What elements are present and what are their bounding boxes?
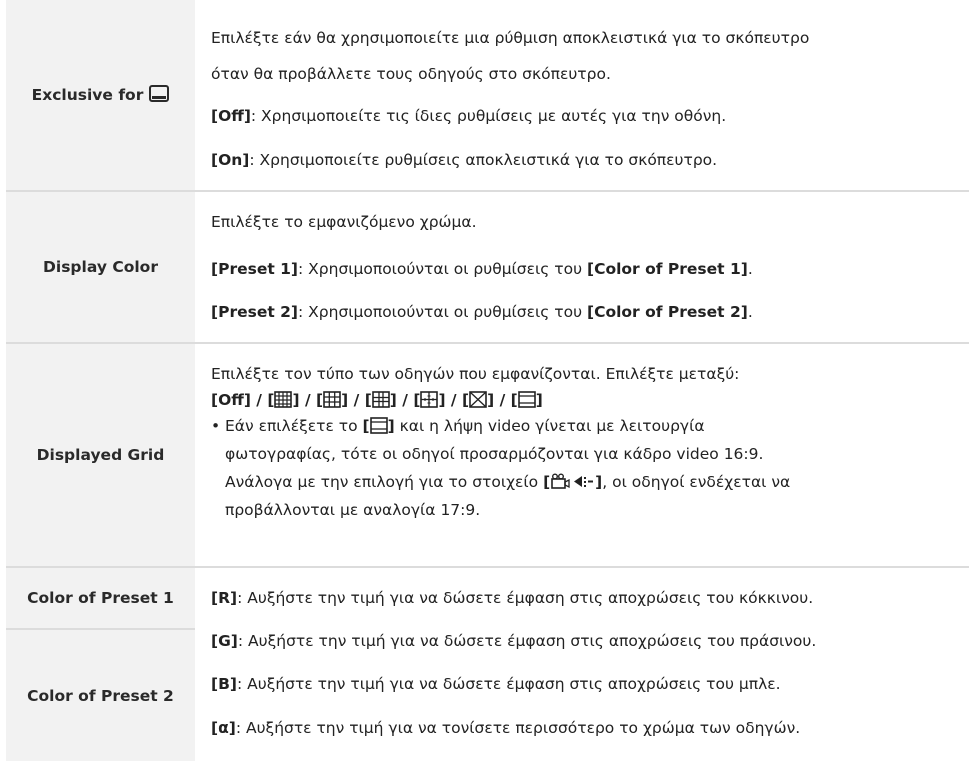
note-line: φωτογραφίας, τότε οι οδηγοί προσαρμόζοντ…: [225, 445, 764, 463]
option-on: [On]: Χρησιμοποιείτε ρυθμίσεις αποκλειστ…: [211, 148, 717, 172]
viewfinder-monitor-icon: [149, 84, 170, 106]
grid-scale-icon: [420, 391, 439, 415]
aspect-ratio-icon: [573, 473, 595, 497]
desc-line: Επιλέξτε τον τύπο των οδηγών που εμφανίζ…: [211, 365, 740, 383]
label-text: Color of Preset 2: [27, 686, 174, 705]
label-text: Color of Preset 1: [27, 589, 174, 607]
movie-camera-icon: [550, 473, 570, 497]
note-text: και η λήψη video γίνεται με λειτουργία: [394, 417, 705, 435]
grid-16-9-icon: [369, 417, 388, 441]
row-label-color-preset-2: Color of Preset 2: [6, 630, 195, 761]
option-preset-2: [Preset 2]: Χρησιμοποιούνται οι ρυθμίσει…: [211, 300, 753, 324]
option-text: : Χρησιμοποιείτε ρυθμίσεις αποκλειστικά …: [249, 151, 718, 169]
row-desc-color-presets: [R]: Αυξήστε την τιμή για να δώσετε έμφα…: [195, 568, 969, 761]
option-text: : Χρησιμοποιούνται οι ρυθμίσεις του: [298, 303, 587, 321]
note-line: Ανάλογα με την επιλογή για το στοιχείο […: [225, 470, 790, 497]
grid-golden-ratio-icon: [371, 391, 390, 415]
option-key: [Preset 2]: [211, 303, 299, 321]
option-ref: [Color of Preset 1]: [586, 260, 748, 278]
note-text: Εάν επιλέξετε το: [225, 417, 363, 435]
option-r: [R]: Αυξήστε την τιμή για να δώσετε έμφα…: [211, 586, 813, 610]
row-label-color-preset-1: Color of Preset 1: [6, 568, 195, 630]
grid-options: [Off] / [] / [] / [] / [] / [] / []: [211, 388, 543, 415]
option-key: [G]: [211, 632, 238, 650]
option-key: [B]: [211, 675, 237, 693]
separator: /: [445, 391, 462, 409]
option-b: [B]: Αυξήστε την τιμή για να δώσετε έμφα…: [211, 672, 781, 696]
label-text: Exclusive for: [31, 86, 144, 104]
period: .: [747, 303, 753, 321]
row-label-displayed-grid: Displayed Grid: [6, 344, 195, 568]
period: .: [747, 260, 753, 278]
note-text: Ανάλογα με την επιλογή για το στοιχείο: [225, 473, 544, 491]
grid-3x3-fine-icon: [274, 391, 293, 415]
row-desc-displayed-grid: Επιλέξτε τον τύπο των οδηγών που εμφανίζ…: [195, 344, 969, 568]
option-alpha: [α]: Αυξήστε την τιμή για να τονίσετε πε…: [211, 716, 800, 740]
option-off: [Off]: Χρησιμοποιείτε τις ίδιες ρυθμίσει…: [211, 104, 726, 128]
row-label-display-color: Display Color: [6, 192, 195, 344]
option-text: : Χρησιμοποιούνται οι ρυθμίσεις του: [298, 260, 587, 278]
option-key: [On]: [211, 151, 250, 169]
row-label-exclusive: Exclusive for: [6, 0, 195, 192]
label-text: Display Color: [43, 258, 158, 276]
desc-line: όταν θα προβάλλετε τους οδηγούς στο σκόπ…: [211, 65, 611, 83]
option-text: : Αυξήστε την τιμή για να δώσετε έμφαση …: [237, 632, 817, 650]
option-text: : Χρησιμοποιείτε τις ίδιες ρυθμίσεις με …: [250, 107, 727, 125]
option-ref: [Color of Preset 2]: [586, 303, 748, 321]
option-text: : Αυξήστε την τιμή για να δώσετε έμφαση …: [236, 675, 781, 693]
separator: /: [494, 391, 511, 409]
option-preset-1: [Preset 1]: Χρησιμοποιούνται οι ρυθμίσει…: [211, 257, 753, 281]
option-g: [G]: Αυξήστε την τιμή για να δώσετε έμφα…: [211, 629, 816, 653]
separator: /: [250, 391, 268, 409]
option-key: [Preset 1]: [211, 260, 299, 278]
separator: /: [396, 391, 414, 409]
row-desc-exclusive: Επιλέξτε εάν θα χρησιμοποιείτε μια ρύθμι…: [195, 0, 969, 192]
settings-table: Exclusive for Επιλέξτε εάν θα χρησιμοποι…: [0, 0, 969, 761]
bullet: •: [211, 417, 221, 435]
note-line: Εάν επιλέξετε το [] και η λήψη video γίν…: [225, 414, 705, 441]
note-line: προβάλλονται με αναλογία 17:9.: [225, 501, 481, 519]
grid-diagonal-icon: [469, 391, 487, 415]
desc-line: Επιλέξτε εάν θα χρησιμοποιείτε μια ρύθμι…: [211, 29, 810, 47]
separator: /: [299, 391, 317, 409]
row-desc-display-color: Επιλέξτε το εμφανιζόμενο χρώμα. [Preset …: [195, 192, 969, 344]
option-text: : Αυξήστε την τιμή για να τονίσετε περισ…: [235, 719, 801, 737]
label-text: Displayed Grid: [36, 446, 165, 464]
note-text: , οι οδηγοί ενδέχεται να: [602, 473, 791, 491]
separator: /: [348, 391, 365, 409]
grid-3x3-icon: [323, 391, 341, 415]
desc-line: Επιλέξτε το εμφανιζόμενο χρώμα.: [211, 213, 477, 231]
option-key: [Off]: [211, 107, 251, 125]
option-key: [α]: [211, 719, 236, 737]
grid-16-9-icon: [517, 391, 536, 415]
option-text: : Αυξήστε την τιμή για να δώσετε έμφαση …: [237, 589, 814, 607]
option-off: [Off]: [211, 391, 251, 409]
option-key: [R]: [211, 589, 238, 607]
